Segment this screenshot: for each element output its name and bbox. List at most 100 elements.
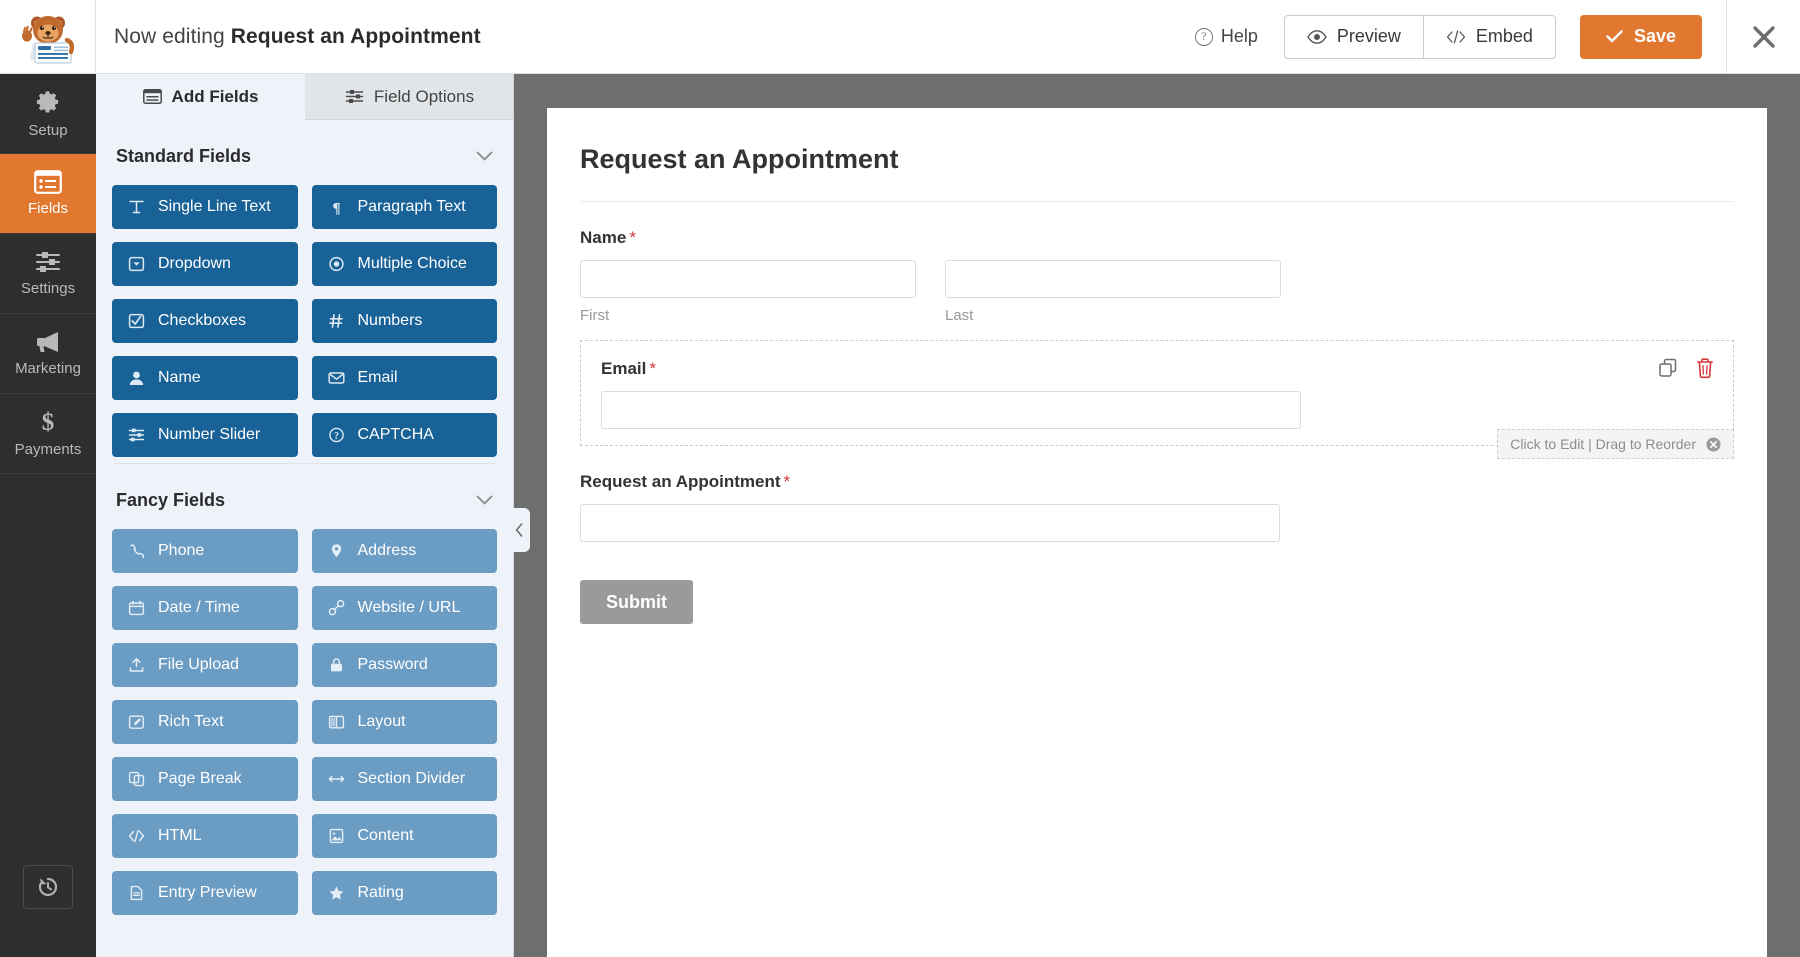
field-label: Numbers (357, 312, 423, 329)
field-label: Dropdown (158, 255, 231, 272)
rail-label-payments: Payments (14, 441, 82, 458)
editing-title: Now editing Request an Appointment (114, 25, 481, 49)
field-button-layout[interactable]: Layout (311, 700, 497, 744)
field-button-number-slider[interactable]: Number Slider (112, 413, 298, 457)
lock-icon (330, 658, 342, 672)
field-button-numbers[interactable]: Numbers (311, 299, 497, 343)
sliders-icon (36, 252, 60, 272)
mascot-icon (21, 15, 74, 64)
map-pin-icon (331, 544, 341, 558)
rail-item-marketing[interactable]: Marketing (0, 314, 96, 394)
help-label: Help (1220, 26, 1258, 46)
field-button-entry-preview[interactable]: Entry Preview (112, 871, 298, 915)
form-preview-card: Request an Appointment Name* First Last (547, 108, 1767, 957)
preview-field-request-an-appointment[interactable]: Request an Appointment * (580, 446, 1734, 546)
radio-icon (328, 256, 344, 272)
field-button-page-break[interactable]: Page Break (112, 757, 298, 801)
tab-add-fields[interactable]: Add Fields (96, 74, 305, 120)
rail-item-settings[interactable]: Settings (0, 234, 96, 314)
editing-prefix: Now editing (114, 24, 225, 48)
request-input[interactable] (580, 504, 1280, 542)
phone-icon (130, 544, 145, 559)
help-button[interactable]: ? Help (1194, 26, 1258, 47)
group-header-standard[interactable]: Standard Fields (112, 120, 497, 185)
sliders-icon (128, 428, 145, 442)
field-button-dropdown[interactable]: Dropdown (112, 242, 298, 286)
star-icon (329, 886, 343, 900)
image-doc-icon (329, 828, 343, 844)
list-icon (34, 170, 62, 194)
rail-item-payments[interactable]: $ Payments (0, 394, 96, 474)
field-button-rich-text[interactable]: Rich Text (112, 700, 298, 744)
rail-item-fields[interactable]: Fields (0, 154, 96, 234)
group-title-standard: Standard Fields (116, 146, 252, 166)
submit-button[interactable]: Submit (580, 580, 693, 624)
name-first-input[interactable] (580, 260, 916, 298)
envelope-icon (327, 372, 345, 384)
field-label: Entry Preview (158, 884, 257, 901)
panel-tabs: Add Fields Field Options (96, 74, 513, 120)
field-button-password[interactable]: Password (311, 643, 497, 687)
field-button-website-url[interactable]: Website / URL (311, 586, 497, 630)
field-button-captcha[interactable]: ? CAPTCHA (311, 413, 497, 457)
embed-button[interactable]: Embed (1422, 14, 1556, 59)
field-button-checkboxes[interactable]: Checkboxes (112, 299, 298, 343)
preview-embed-group: Preview Embed (1283, 14, 1556, 59)
form-preview-inner: Request an Appointment Name* First Last (547, 108, 1767, 624)
upload-icon (129, 658, 144, 672)
delete-field-icon[interactable] (1695, 357, 1715, 379)
field-button-paragraph-text[interactable]: ¶ Paragraph Text (311, 185, 497, 229)
field-button-content[interactable]: Content (311, 814, 497, 858)
field-label: Paragraph Text (357, 198, 466, 215)
tab-field-options[interactable]: Field Options (305, 74, 513, 120)
field-label: Content (357, 827, 414, 844)
svg-text:$: $ (42, 409, 55, 435)
field-button-html[interactable]: HTML (112, 814, 298, 858)
collapse-panel-button[interactable] (508, 508, 530, 552)
submit-wrapper: Submit (580, 546, 1734, 624)
field-button-section-divider[interactable]: Section Divider (311, 757, 497, 801)
form-preview-title[interactable]: Request an Appointment (580, 144, 1734, 202)
field-label-text: Email (601, 359, 647, 378)
save-button[interactable]: Save (1579, 14, 1702, 59)
embed-label: Embed (1475, 26, 1533, 46)
required-asterisk: * (783, 472, 791, 491)
chevron-left-icon (515, 523, 522, 537)
name-first-col: First (580, 260, 916, 324)
field-button-name[interactable]: Name (112, 356, 298, 400)
columns-icon (328, 715, 344, 729)
email-input[interactable] (601, 391, 1301, 429)
field-button-phone[interactable]: Phone (112, 529, 298, 573)
field-button-address[interactable]: Address (311, 529, 497, 573)
field-button-rating[interactable]: Rating (311, 871, 497, 915)
preview-field-email[interactable]: Email * Click to Edit | Drag to Reorder (580, 340, 1734, 459)
field-button-file-upload[interactable]: File Upload (112, 643, 298, 687)
preview-button[interactable]: Preview (1283, 14, 1423, 59)
group-header-fancy[interactable]: Fancy Fields (112, 464, 497, 529)
field-options-icon (345, 90, 364, 103)
revision-history-icon (38, 877, 58, 897)
chevron-down-icon (476, 495, 493, 505)
field-button-email[interactable]: Email (311, 356, 497, 400)
field-label: Checkboxes (158, 312, 247, 329)
user-icon (129, 371, 144, 385)
duplicate-field-icon[interactable] (1657, 357, 1679, 379)
panel-body: Standard Fields Single Line Text ¶ Parag… (96, 120, 513, 915)
standard-fields-grid: Single Line Text ¶ Paragraph Text Dropdo… (112, 185, 497, 457)
tab-add-fields-label: Add Fields (171, 86, 259, 106)
page-break-icon (128, 771, 145, 787)
name-last-input[interactable] (945, 260, 1281, 298)
revision-history-button[interactable] (23, 865, 73, 909)
top-bar: Now editing Request an Appointment ? Hel… (0, 0, 1800, 74)
preview-field-name[interactable]: Name * First Last (580, 202, 1734, 328)
rail-item-setup[interactable]: Setup (0, 74, 96, 154)
gear-icon (36, 90, 58, 113)
field-button-single-line-text[interactable]: Single Line Text (112, 185, 298, 229)
pencil-square-icon (128, 715, 144, 729)
close-builder-button[interactable] (1726, 0, 1800, 74)
question-circle-icon: ? (1194, 27, 1213, 46)
field-button-date-time[interactable]: Date / Time (112, 586, 298, 630)
field-button-multiple-choice[interactable]: Multiple Choice (311, 242, 497, 286)
eye-icon (1307, 29, 1327, 44)
field-label: Number Slider (158, 426, 261, 443)
